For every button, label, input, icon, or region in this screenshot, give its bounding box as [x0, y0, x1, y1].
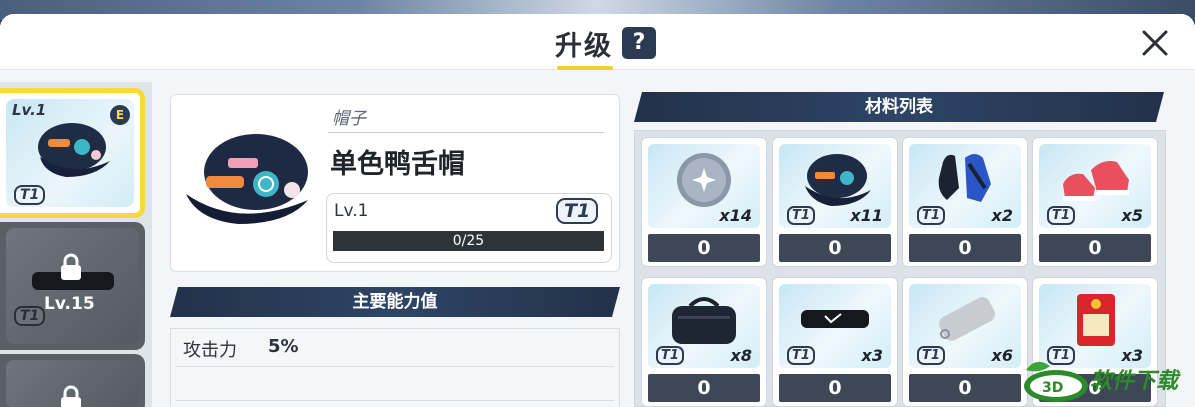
- material-quantity[interactable]: 0: [779, 374, 891, 402]
- item-level: Lv.1: [334, 201, 369, 221]
- stat-label: 攻击力: [183, 340, 237, 361]
- gloves-icon: [938, 154, 991, 202]
- material-quantity[interactable]: 0: [648, 374, 760, 402]
- close-button[interactable]: [1138, 26, 1172, 60]
- material-count: x11: [850, 206, 883, 225]
- equipment-slot-selected[interactable]: Lv.1 E T1: [0, 88, 145, 218]
- material-count: x8: [730, 346, 752, 365]
- material-card[interactable]: x14 0: [641, 137, 767, 267]
- cap-icon: [38, 123, 110, 177]
- material-card[interactable]: T1 x5 0: [1032, 137, 1158, 267]
- exp-progress-bar: 0/25: [333, 231, 604, 251]
- stat-value: 5%: [268, 336, 299, 357]
- material-thumb: T1 x2: [909, 144, 1021, 228]
- material-quantity[interactable]: 0: [909, 374, 1021, 402]
- material-count: x2: [991, 206, 1013, 225]
- crystal-orb-icon: [677, 153, 731, 207]
- cap-icon: [186, 134, 308, 224]
- material-quantity[interactable]: 0: [1039, 234, 1151, 262]
- lock-icon: [61, 385, 81, 407]
- tier-badge: T1: [917, 346, 945, 365]
- tier-badge: T1: [917, 206, 945, 225]
- material-count: x6: [991, 346, 1013, 365]
- equipment-slot-locked[interactable]: [0, 354, 145, 407]
- material-count: x3: [861, 346, 883, 365]
- material-card[interactable]: T1 x8 0: [641, 277, 767, 407]
- tier-badge: T1: [787, 346, 815, 365]
- divider: [328, 132, 604, 133]
- page-title: 升级: [555, 31, 613, 62]
- item-category: 帽子: [332, 109, 366, 129]
- svg-text:软件下载: 软件下载: [1090, 369, 1181, 394]
- watermark-logo: 3D 软件下载: [1024, 361, 1181, 402]
- tier-badge: T1: [14, 185, 46, 205]
- dog-tag-icon: [938, 297, 996, 341]
- tier-badge: T1: [656, 346, 684, 365]
- close-icon: [1142, 30, 1168, 56]
- divider: [176, 366, 614, 367]
- material-card[interactable]: T1 x11 0: [772, 137, 898, 267]
- item-name: 单色鸭舌帽: [330, 149, 465, 180]
- material-count: x14: [719, 206, 752, 225]
- svg-text:3D: 3D: [1042, 380, 1063, 396]
- materials-section-header: 材料列表: [634, 92, 1164, 122]
- material-card[interactable]: T1 x2 0: [902, 137, 1028, 267]
- headband-icon: [801, 310, 869, 328]
- stats-box: [170, 328, 620, 407]
- cap-icon: [805, 154, 871, 206]
- material-thumb: T1 x5: [1039, 144, 1151, 228]
- sneakers-icon: [1063, 161, 1129, 201]
- duffel-bag-icon: [672, 297, 736, 344]
- divider: [176, 400, 614, 401]
- tier-badge: T1: [14, 306, 46, 326]
- equipment-slot-locked[interactable]: Lv.15 T1: [0, 222, 145, 350]
- tier-badge: T1: [1047, 206, 1075, 225]
- charm-pouch-icon: [1077, 294, 1115, 346]
- material-thumb: T1 x11: [779, 144, 891, 228]
- material-thumb: T1 x3: [779, 284, 891, 368]
- material-quantity[interactable]: 0: [779, 234, 891, 262]
- title-underline: [557, 66, 613, 70]
- material-thumb: T1 x8: [648, 284, 760, 368]
- material-thumb: x14: [648, 144, 760, 228]
- stats-section-header: 主要能力值: [170, 287, 620, 317]
- material-count: x5: [1121, 206, 1143, 225]
- help-button[interactable]: ?: [622, 27, 656, 59]
- material-quantity[interactable]: 0: [648, 234, 760, 262]
- tier-badge: T1: [787, 206, 815, 225]
- unlock-level: Lv.15: [44, 294, 95, 314]
- tier-badge: T1: [556, 198, 599, 224]
- material-card[interactable]: T1 x3 0: [772, 277, 898, 407]
- material-thumb: T1 x6: [909, 284, 1021, 368]
- material-card[interactable]: T1 x6 0: [902, 277, 1028, 407]
- lock-icon: [61, 253, 81, 280]
- material-quantity[interactable]: 0: [909, 234, 1021, 262]
